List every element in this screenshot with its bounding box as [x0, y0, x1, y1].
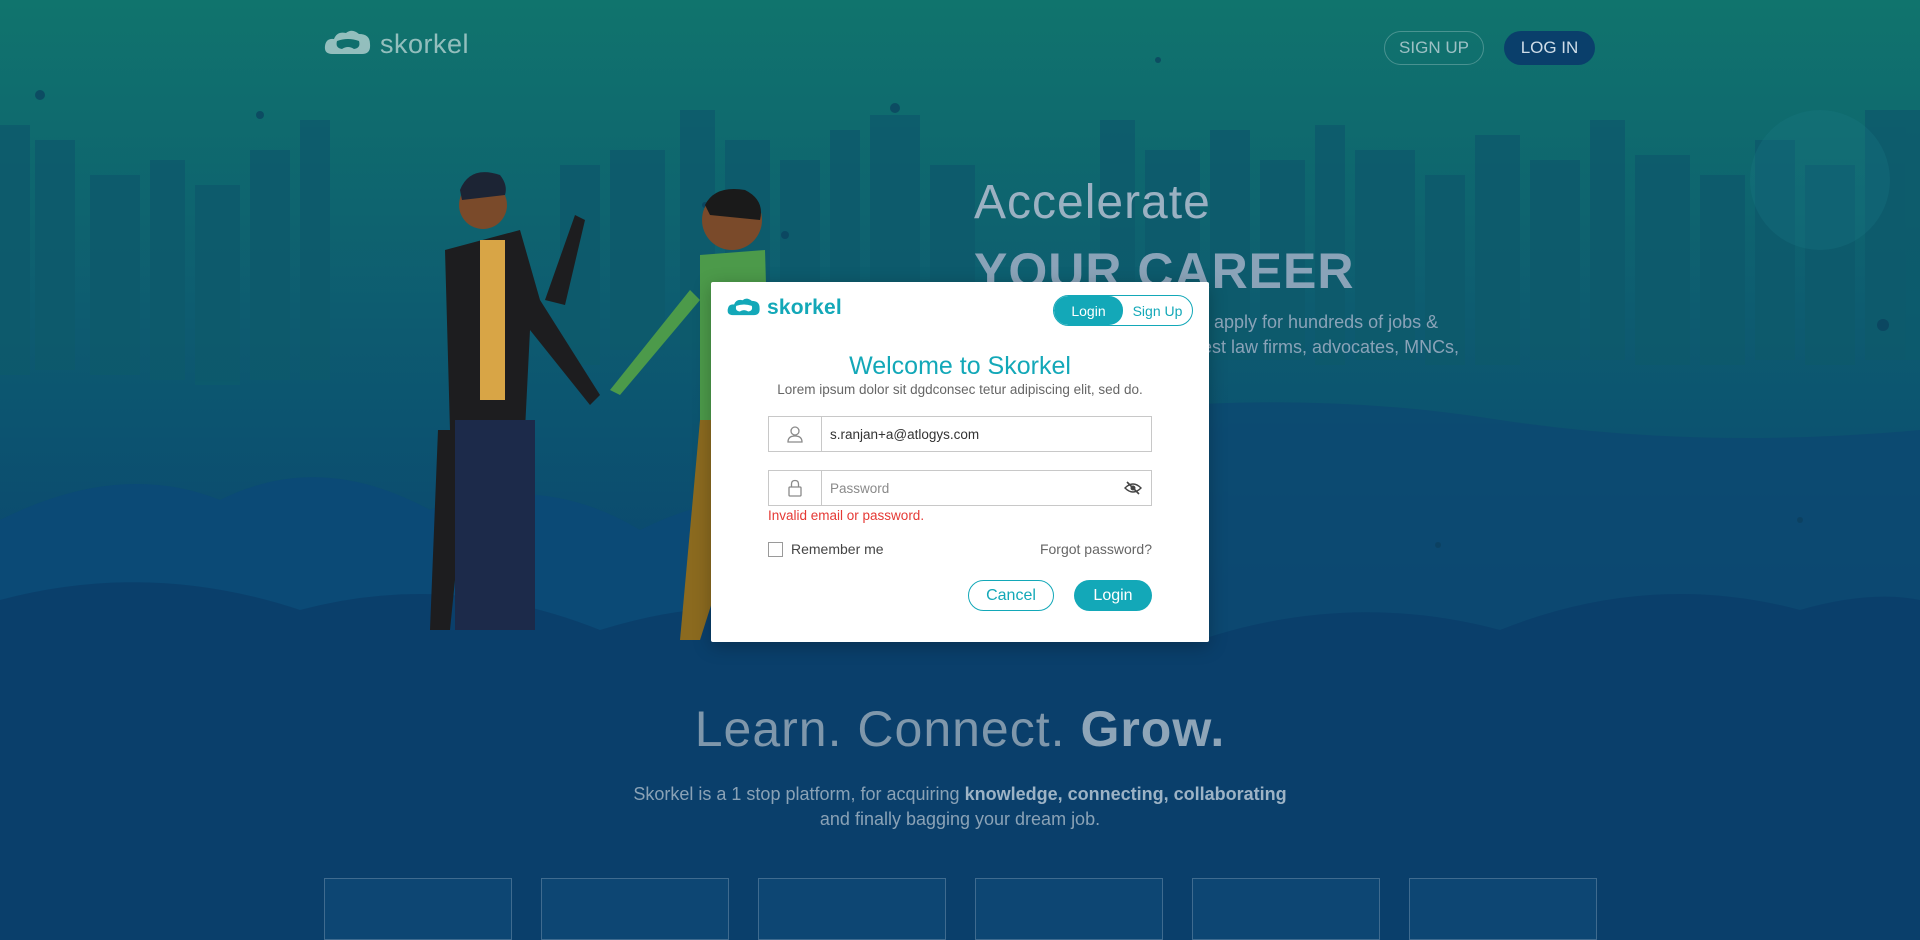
modal-logo-text: skorkel [767, 296, 842, 319]
modal-subtitle: Lorem ipsum dolor sit dgdconsec tetur ad… [777, 382, 1143, 397]
user-icon [769, 417, 822, 451]
login-submit-button[interactable]: Login [1074, 580, 1152, 611]
tab-login[interactable]: Login [1054, 296, 1123, 325]
error-message: Invalid email or password. [768, 508, 925, 523]
remember-me: Remember me [768, 541, 884, 557]
modal-title: Welcome to Skorkel [849, 352, 1071, 380]
remember-me-label: Remember me [791, 541, 884, 557]
auth-mode-toggle: Login Sign Up [1053, 295, 1193, 326]
password-field [768, 470, 1152, 506]
hide-password-icon[interactable] [1115, 481, 1151, 495]
cancel-button[interactable]: Cancel [968, 580, 1054, 611]
lock-icon [769, 471, 822, 505]
password-input[interactable] [822, 473, 1115, 503]
tab-signup[interactable]: Sign Up [1123, 296, 1192, 325]
modal-logo: skorkel [727, 296, 842, 320]
forgot-password-link[interactable]: Forgot password? [1040, 541, 1152, 557]
remember-me-checkbox[interactable] [768, 541, 783, 557]
skorkel-logo-icon [727, 298, 760, 316]
login-modal: skorkel Login Sign Up Welcome to Skorkel… [711, 282, 1209, 642]
email-field [768, 416, 1152, 452]
email-input[interactable] [822, 419, 1151, 449]
